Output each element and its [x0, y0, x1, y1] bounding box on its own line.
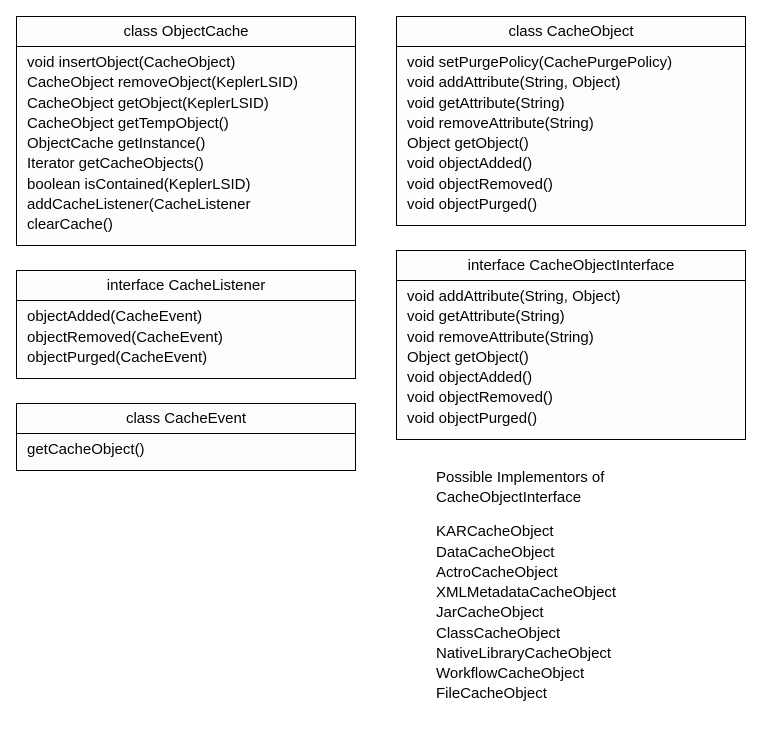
method: CacheObject getTempObject() [27, 114, 345, 134]
class-body: objectAdded(CacheEvent) objectRemoved(Ca… [17, 301, 355, 378]
implementor-item: JarCacheObject [436, 603, 746, 623]
implementor-item: ActroCacheObject [436, 563, 746, 583]
class-title: class CacheObject [397, 17, 745, 47]
method: objectAdded(CacheEvent) [27, 307, 345, 327]
note-heading: CacheObjectInterface [436, 488, 746, 508]
method: void objectPurged() [407, 195, 735, 215]
class-cacheobject: class CacheObject void setPurgePolicy(Ca… [396, 16, 746, 226]
interface-cachelistener: interface CacheListener objectAdded(Cach… [16, 270, 356, 379]
method: addCacheListener(CacheListener [27, 195, 345, 215]
method: boolean isContained(KeplerLSID) [27, 175, 345, 195]
class-body: getCacheObject() [17, 434, 355, 470]
method: void getAttribute(String) [407, 94, 735, 114]
implementor-item: KARCacheObject [436, 522, 746, 542]
method: void setPurgePolicy(CachePurgePolicy) [407, 53, 735, 73]
left-column: class ObjectCache void insertObject(Cach… [16, 16, 356, 705]
implementor-item: ClassCacheObject [436, 624, 746, 644]
implementor-item: DataCacheObject [436, 543, 746, 563]
method: objectRemoved(CacheEvent) [27, 328, 345, 348]
method: void objectRemoved() [407, 175, 735, 195]
method: objectPurged(CacheEvent) [27, 348, 345, 368]
method: void addAttribute(String, Object) [407, 287, 735, 307]
method: void objectRemoved() [407, 388, 735, 408]
method: Object getObject() [407, 134, 735, 154]
class-body: void insertObject(CacheObject) CacheObje… [17, 47, 355, 245]
method: Iterator getCacheObjects() [27, 154, 345, 174]
uml-diagram: class ObjectCache void insertObject(Cach… [16, 16, 752, 705]
method: void insertObject(CacheObject) [27, 53, 345, 73]
implementor-item: XMLMetadataCacheObject [436, 583, 746, 603]
implementor-item: NativeLibraryCacheObject [436, 644, 746, 664]
method: void removeAttribute(String) [407, 328, 735, 348]
method: ObjectCache getInstance() [27, 134, 345, 154]
method: void objectAdded() [407, 154, 735, 174]
class-title: class ObjectCache [17, 17, 355, 47]
method: void getAttribute(String) [407, 307, 735, 327]
implementor-item: FileCacheObject [436, 684, 746, 704]
method: void objectAdded() [407, 368, 735, 388]
method: CacheObject getObject(KeplerLSID) [27, 94, 345, 114]
class-title: interface CacheListener [17, 271, 355, 301]
class-objectcache: class ObjectCache void insertObject(Cach… [16, 16, 356, 246]
implementors-note: Possible Implementors of CacheObjectInte… [396, 464, 746, 705]
right-column: class CacheObject void setPurgePolicy(Ca… [396, 16, 746, 705]
method: Object getObject() [407, 348, 735, 368]
note-heading: Possible Implementors of [436, 468, 746, 488]
method: void objectPurged() [407, 409, 735, 429]
method: void removeAttribute(String) [407, 114, 735, 134]
class-body: void setPurgePolicy(CachePurgePolicy) vo… [397, 47, 745, 225]
implementor-item: WorkflowCacheObject [436, 664, 746, 684]
class-title: interface CacheObjectInterface [397, 251, 745, 281]
method: void addAttribute(String, Object) [407, 73, 735, 93]
class-cacheevent: class CacheEvent getCacheObject() [16, 403, 356, 471]
method: getCacheObject() [27, 440, 345, 460]
interface-cacheobjectinterface: interface CacheObjectInterface void addA… [396, 250, 746, 440]
method: CacheObject removeObject(KeplerLSID) [27, 73, 345, 93]
method: clearCache() [27, 215, 345, 235]
class-body: void addAttribute(String, Object) void g… [397, 281, 745, 439]
class-title: class CacheEvent [17, 404, 355, 434]
